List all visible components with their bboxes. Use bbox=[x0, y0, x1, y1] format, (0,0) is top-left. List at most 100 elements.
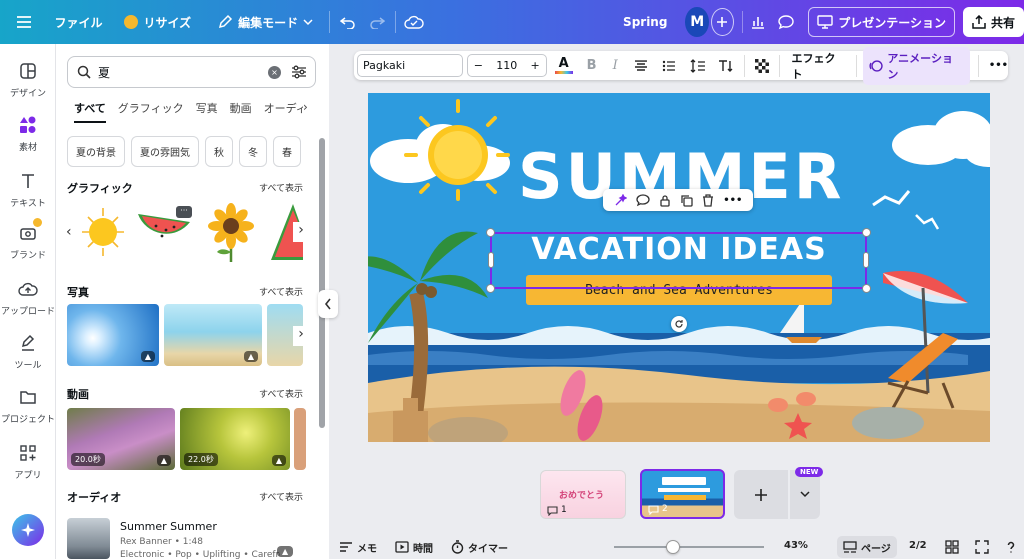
add-collaborator-button[interactable] bbox=[711, 8, 734, 36]
font-family-select[interactable]: Pagkaki bbox=[357, 54, 463, 77]
tabs-scroll-right-icon[interactable]: › bbox=[303, 100, 315, 114]
chip-spring[interactable]: 春 bbox=[273, 136, 301, 167]
timer-button[interactable]: タイマー bbox=[451, 540, 508, 555]
add-comment-icon[interactable] bbox=[636, 193, 650, 207]
italic-icon[interactable]: I bbox=[613, 58, 618, 73]
project-name[interactable]: Spring bbox=[623, 15, 667, 29]
panel-scrollbar[interactable] bbox=[319, 138, 325, 428]
rail-item-text[interactable]: テキスト bbox=[0, 168, 56, 209]
undo-icon[interactable] bbox=[338, 9, 358, 35]
scroll-right-icon[interactable]: › bbox=[293, 222, 309, 242]
fullscreen-icon[interactable] bbox=[975, 540, 989, 554]
resize-handle-top-left[interactable] bbox=[486, 228, 495, 237]
rail-item-brand[interactable]: ブランド bbox=[0, 218, 56, 261]
pages-view-button[interactable]: ページ bbox=[837, 536, 897, 558]
rail-item-projects[interactable]: プロジェクト bbox=[0, 384, 56, 425]
audio-see-all-link[interactable]: すべて表示 bbox=[259, 490, 303, 503]
present-button[interactable]: プレゼンテーション bbox=[808, 7, 955, 37]
bold-icon[interactable]: B bbox=[587, 58, 597, 73]
avatar[interactable]: M bbox=[685, 7, 710, 37]
align-center-icon[interactable] bbox=[634, 59, 648, 72]
rail-item-elements[interactable]: 素材 bbox=[0, 112, 56, 153]
resize-button[interactable]: リサイズ bbox=[124, 14, 191, 31]
graphic-sunflower-thumbnail[interactable] bbox=[202, 202, 260, 264]
rail-item-apps[interactable]: アプリ bbox=[0, 440, 56, 481]
chip-summer-vibe[interactable]: 夏の雰囲気 bbox=[131, 136, 199, 167]
menu-icon[interactable] bbox=[14, 9, 34, 35]
decrease-size-button[interactable]: − bbox=[474, 59, 483, 72]
clear-search-icon[interactable]: × bbox=[268, 65, 281, 79]
video-partial-thumbnail[interactable] bbox=[294, 408, 306, 470]
page-thumbnail-1[interactable]: おめでとう 1 bbox=[540, 470, 626, 519]
insights-icon[interactable] bbox=[747, 9, 767, 35]
file-menu-button[interactable]: ファイル bbox=[54, 14, 102, 31]
audio-item[interactable]: Summer Summer Rex Banner • 1:48 Electron… bbox=[67, 516, 307, 559]
scroll-left-icon[interactable]: ‹ bbox=[66, 224, 72, 240]
redo-icon[interactable] bbox=[366, 9, 386, 35]
magic-edit-icon[interactable] bbox=[614, 193, 627, 207]
rail-item-tools[interactable]: ツール bbox=[0, 330, 56, 371]
rail-item-uploads[interactable]: アップロード bbox=[0, 276, 56, 317]
rotate-handle-icon[interactable] bbox=[671, 316, 687, 332]
notes-button[interactable]: メモ bbox=[339, 540, 377, 555]
lock-icon[interactable] bbox=[659, 194, 671, 207]
zoom-level[interactable]: 43% bbox=[784, 540, 808, 551]
magic-assistant-button[interactable] bbox=[12, 514, 44, 546]
rail-item-design[interactable]: デザイン bbox=[0, 58, 56, 99]
resize-handle-bottom-left[interactable] bbox=[486, 284, 495, 293]
graphic-sun-thumbnail[interactable] bbox=[76, 202, 130, 262]
scroll-right-icon[interactable]: › bbox=[293, 326, 309, 346]
tab-photos[interactable]: 写真 bbox=[196, 100, 218, 123]
search-input[interactable]: 夏 bbox=[98, 64, 268, 81]
resize-handle-top-right[interactable] bbox=[862, 228, 871, 237]
chip-autumn[interactable]: 秋 bbox=[205, 136, 233, 167]
zoom-slider-thumb[interactable] bbox=[666, 540, 680, 554]
tab-graphics[interactable]: グラフィック bbox=[118, 100, 184, 123]
cloud-save-icon[interactable] bbox=[404, 9, 424, 35]
graphics-see-all-link[interactable]: すべて表示 bbox=[259, 181, 303, 194]
transparency-icon[interactable] bbox=[754, 58, 769, 73]
resize-handle-bottom-right[interactable] bbox=[862, 284, 871, 293]
comment-icon[interactable] bbox=[776, 9, 796, 35]
duplicate-icon[interactable] bbox=[680, 194, 693, 207]
animation-button[interactable]: アニメーション bbox=[863, 46, 970, 85]
video-sunlight-grass-thumbnail[interactable]: 22.0秒 ▲ bbox=[180, 408, 290, 470]
more-options-icon[interactable]: ··· bbox=[176, 206, 192, 218]
share-button[interactable]: 共有 bbox=[962, 7, 1024, 37]
photo-sunny-sky-thumbnail[interactable]: ▲ bbox=[67, 304, 159, 366]
time-button[interactable]: 時間 bbox=[395, 540, 433, 555]
more-actions-icon[interactable]: ••• bbox=[723, 195, 742, 206]
increase-size-button[interactable]: + bbox=[530, 59, 539, 72]
collapse-panel-button[interactable] bbox=[318, 290, 338, 318]
page-count[interactable]: 2/2 bbox=[909, 540, 927, 551]
add-page-button[interactable] bbox=[734, 470, 788, 519]
page-thumbnail-2[interactable]: 2 bbox=[640, 469, 725, 519]
filter-icon[interactable] bbox=[291, 65, 307, 79]
tab-audio[interactable]: オーディ bbox=[264, 100, 307, 123]
more-options-button[interactable]: ••• bbox=[989, 60, 1008, 71]
tab-all[interactable]: すべて bbox=[74, 100, 106, 123]
search-box[interactable]: 夏 × bbox=[67, 56, 316, 88]
photo-beach-bokeh-thumbnail[interactable]: ▲ bbox=[164, 304, 262, 366]
photos-see-all-link[interactable]: すべて表示 bbox=[259, 285, 303, 298]
grid-view-icon[interactable] bbox=[945, 540, 959, 554]
tab-videos[interactable]: 動画 bbox=[230, 100, 252, 123]
chip-summer-background[interactable]: 夏の背景 bbox=[67, 136, 125, 167]
resize-handle-right[interactable] bbox=[863, 252, 869, 268]
help-icon[interactable] bbox=[1004, 540, 1018, 554]
text-color-button[interactable]: A bbox=[554, 57, 573, 74]
videos-see-all-link[interactable]: すべて表示 bbox=[259, 387, 303, 400]
text-selection-box[interactable] bbox=[486, 228, 871, 293]
list-icon[interactable] bbox=[662, 60, 676, 72]
chip-winter[interactable]: 冬 bbox=[239, 136, 267, 167]
resize-handle-left[interactable] bbox=[488, 252, 494, 268]
zoom-slider[interactable] bbox=[614, 540, 764, 554]
text-direction-icon[interactable] bbox=[718, 59, 734, 73]
edit-mode-dropdown[interactable]: 編集モード bbox=[217, 14, 313, 31]
page-options-dropdown[interactable] bbox=[790, 470, 820, 519]
video-flowers-thumbnail[interactable]: 20.0秒 ▲ bbox=[67, 408, 175, 470]
font-size-input[interactable]: 110 bbox=[496, 59, 517, 72]
graphic-watermelon-thumbnail[interactable]: ··· bbox=[134, 204, 194, 260]
effects-button[interactable]: エフェクト bbox=[792, 50, 847, 82]
line-spacing-icon[interactable] bbox=[690, 58, 706, 73]
